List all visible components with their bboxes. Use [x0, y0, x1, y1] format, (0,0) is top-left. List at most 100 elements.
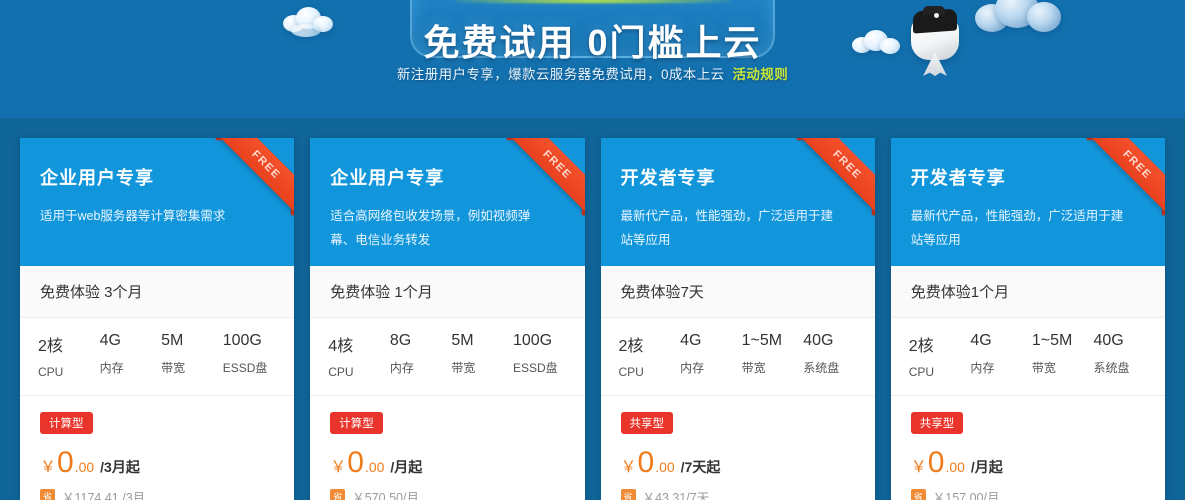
card-trial-duration: 免费体验 3个月	[20, 266, 295, 318]
spec-item: 4G 内存	[96, 332, 158, 379]
card-price-block: 共享型 ￥ 0 .00 /月起 省 ￥157.00/月	[891, 396, 1165, 500]
spec-item: 2核 CPU	[34, 332, 96, 379]
spec-item: 1~5M 带宽	[1028, 332, 1090, 379]
currency-symbol: ￥	[40, 459, 57, 476]
spec-value: 100G	[512, 332, 553, 349]
price-decimal: .00	[74, 459, 95, 475]
spec-label: 带宽	[451, 361, 476, 375]
card-description: 最新代产品，性能强劲，广泛适用于建站等应用	[910, 209, 1124, 247]
pricing-card-3[interactable]: FREE 开发者专享 最新代产品，性能强劲，广泛适用于建站等应用 免费体验7天 …	[600, 138, 875, 500]
spec-value: 2核	[38, 338, 63, 355]
spec-item: 100G ESSD盘	[509, 332, 571, 379]
spec-value: 5M	[161, 332, 184, 349]
card-title: 企业用户专享	[330, 168, 445, 188]
price-integer: 0	[347, 446, 364, 479]
price-decimal: .00	[364, 459, 385, 475]
card-description: 适用于web服务器等计算密集需求	[40, 209, 226, 223]
spec-value: 4G	[680, 332, 702, 349]
spec-label: CPU	[328, 365, 354, 379]
card-specs: 2核 CPU 4G 内存 1~5M 带宽 40G 系统盘	[600, 318, 875, 396]
card-specs: 2核 CPU 4G 内存 1~5M 带宽 40G 系统盘	[890, 318, 1165, 396]
spec-value: 1~5M	[741, 332, 783, 349]
pricing-card-2[interactable]: FREE 企业用户专享 适合高网络包收发场景，例如视频弹幕、电信业务转发 免费体…	[310, 138, 585, 500]
spec-label: 系统盘	[1093, 361, 1130, 375]
card-header: FREE 开发者专享 最新代产品，性能强劲，广泛适用于建站等应用	[890, 138, 1165, 266]
spec-value: 4核	[328, 338, 354, 355]
card-title: 开发者专享	[620, 168, 716, 188]
spec-value: 5M	[451, 332, 474, 349]
price-integer: 0	[57, 446, 74, 479]
card-price-block: 共享型 ￥ 0 .00 /7天起 省 ￥43.31/7天	[601, 396, 875, 500]
spec-value: 4G	[970, 332, 992, 349]
spec-label: 带宽	[741, 361, 766, 375]
instance-type-badge: 计算型	[330, 412, 383, 434]
save-badge-icon: 省	[620, 489, 636, 500]
pricing-card-1[interactable]: FREE 企业用户专享 适用于web服务器等计算密集需求 免费体验 3个月 2核…	[20, 138, 295, 500]
card-description: 适合高网络包收发场景，例如视频弹幕、电信业务转发	[330, 209, 531, 247]
currency-symbol: ￥	[330, 459, 347, 476]
spec-value: 1~5M	[1031, 332, 1073, 349]
spec-item: 2核 CPU	[615, 332, 677, 379]
spec-item: 8G 内存	[386, 332, 448, 379]
save-badge-icon: 省	[910, 489, 926, 500]
spec-label: CPU	[908, 365, 935, 379]
instance-type-badge: 共享型	[910, 412, 964, 434]
card-price-block: 计算型 ￥ 0 .00 /3月起 省 ￥1174.41 /3月	[20, 396, 294, 500]
spec-label: 带宽	[161, 361, 186, 375]
spec-label: ESSD盘	[512, 361, 558, 375]
original-price: ￥570.50/月	[352, 491, 419, 500]
price-row: ￥ 0 .00 /7天起	[621, 448, 855, 478]
card-title: 企业用户专享	[40, 168, 154, 188]
save-badge-icon: 省	[330, 489, 346, 500]
pricing-cards-list: FREE 企业用户专享 适用于web服务器等计算密集需求 免费体验 3个月 2核…	[0, 138, 1185, 500]
original-price-row: 省 ￥570.50/月	[330, 487, 564, 500]
spec-item: 4G 内存	[676, 332, 738, 379]
pricing-card-4[interactable]: FREE 开发者专享 最新代产品，性能强劲，广泛适用于建站等应用 免费体验1个月…	[890, 138, 1165, 500]
spec-label: 内存	[389, 361, 414, 375]
spec-value: 100G	[222, 332, 262, 349]
spec-value: 2核	[618, 338, 644, 355]
spec-label: CPU	[38, 365, 64, 379]
currency-symbol: ￥	[620, 459, 637, 476]
card-description: 最新代产品，性能强劲，广泛适用于建站等应用	[620, 209, 834, 247]
spec-value: 40G	[1093, 332, 1124, 349]
original-price-row: 省 ￥1174.41 /3月	[40, 487, 274, 500]
spec-value: 2核	[908, 338, 934, 355]
spec-item: 4G 内存	[966, 332, 1028, 379]
promo-page: 免费试用 0门槛上云 新注册用户专享，爆款云服务器免费试用，0成本上云 活动规则 …	[0, 0, 1185, 500]
activity-rules-link[interactable]: 活动规则	[733, 67, 789, 82]
spec-item: 5M 带宽	[157, 332, 219, 379]
spec-label: 系统盘	[803, 361, 840, 375]
card-specs: 4核 CPU 8G 内存 5M 带宽 100G ESSD盘	[310, 318, 585, 396]
original-price-row: 省 ￥43.31/7天	[620, 487, 855, 500]
card-header: FREE 企业用户专享 适合高网络包收发场景，例如视频弹幕、电信业务转发	[310, 138, 585, 266]
page-title: 免费试用 0门槛上云	[423, 22, 762, 63]
instance-type-badge: 共享型	[620, 412, 673, 434]
card-trial-duration: 免费体验7天	[600, 266, 875, 318]
card-header: FREE 企业用户专享 适用于web服务器等计算密集需求	[20, 138, 295, 266]
spec-label: CPU	[618, 365, 644, 379]
promo-banner: 免费试用 0门槛上云 新注册用户专享，爆款云服务器免费试用，0成本上云 活动规则	[0, 0, 1185, 130]
spec-label: 带宽	[1031, 361, 1056, 375]
card-specs: 2核 CPU 4G 内存 5M 带宽 100G ESSD盘	[20, 318, 295, 396]
price-unit: /月起	[970, 459, 1003, 475]
spec-item: 40G 系统盘	[1089, 332, 1151, 379]
pricing-cards-section: FREE 企业用户专享 适用于web服务器等计算密集需求 免费体验 3个月 2核…	[0, 118, 1185, 500]
spec-item: 1~5M 带宽	[738, 332, 800, 379]
price-row: ￥ 0 .00 /月起	[330, 448, 564, 478]
spec-label: ESSD盘	[222, 361, 268, 375]
card-trial-duration: 免费体验 1个月	[310, 266, 585, 318]
spec-label: 内存	[680, 361, 705, 375]
spec-value: 40G	[803, 332, 834, 349]
spec-value: 8G	[389, 332, 412, 349]
price-integer: 0	[927, 446, 945, 479]
spec-item: 2核 CPU	[905, 332, 967, 379]
original-price-row: 省 ￥157.00/月	[910, 487, 1145, 500]
spec-item: 5M 带宽	[447, 332, 509, 379]
card-title: 开发者专享	[910, 168, 1006, 188]
spec-item: 40G 系统盘	[799, 332, 861, 379]
price-unit: /3月起	[100, 459, 140, 475]
price-decimal: .00	[945, 459, 965, 475]
price-integer: 0	[637, 446, 655, 479]
instance-type-badge: 计算型	[40, 412, 93, 434]
